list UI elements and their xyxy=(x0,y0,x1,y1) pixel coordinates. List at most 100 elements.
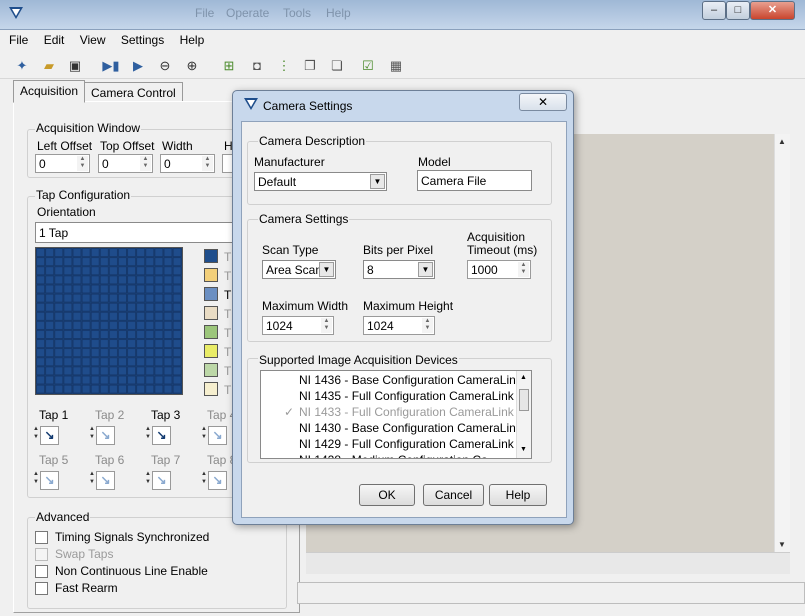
devices-scrollbar[interactable]: ▲ ▼ xyxy=(516,371,531,458)
top-offset-input[interactable]: 0 ▲ ▼ xyxy=(98,154,153,173)
scan-type-select[interactable]: Area Scan ▼ xyxy=(262,260,336,279)
left-offset-input[interactable]: 0 ▲ ▼ xyxy=(35,154,90,173)
manufacturer-select[interactable]: Default ▼ xyxy=(254,172,387,191)
dialog-close-button[interactable]: ✕ xyxy=(519,93,567,111)
tap-icon[interactable]: ⋮ xyxy=(273,55,295,76)
zoom-out-icon[interactable]: ⊖ xyxy=(154,55,176,76)
camera-settings-dialog: Camera Settings ✕ Camera Description Man… xyxy=(232,90,574,525)
tap-direction-icon[interactable]: ↘ xyxy=(208,426,227,445)
spinner-arrows-icon[interactable]: ▲ ▼ xyxy=(77,156,88,171)
open-icon[interactable]: ▰ xyxy=(38,55,60,76)
tap-color-legend: T T T T T T T T xyxy=(204,249,234,399)
maximum-height-input[interactable]: 1024 ▲ ▼ xyxy=(363,316,435,335)
checkbox-label: Timing Signals Synchronized xyxy=(55,530,210,544)
maximum-width-input[interactable]: 1024 ▲ ▼ xyxy=(262,316,334,335)
tap-label: Tap 6 xyxy=(95,453,125,467)
device-list-item[interactable]: NI 1429 - Full Configuration CameraLink xyxy=(299,437,514,451)
status-bar xyxy=(297,582,805,604)
tap-direction-icon[interactable]: ↘ xyxy=(152,471,171,490)
close-window-button[interactable]: ✕ xyxy=(750,1,795,20)
tap-spinner-icon[interactable]: ▲ ▼ xyxy=(201,425,207,441)
spinner-arrows-icon[interactable]: ▲ ▼ xyxy=(518,262,529,277)
tap-spinner-icon[interactable]: ▲ ▼ xyxy=(145,470,151,486)
chevron-down-icon[interactable]: ▼ xyxy=(418,262,433,277)
tap-direction-icon[interactable]: ↘ xyxy=(96,426,115,445)
new-icon[interactable]: ✦ xyxy=(11,55,33,76)
ghost-menu-file: File xyxy=(195,6,215,20)
chevron-down-icon[interactable]: ▼ xyxy=(319,262,334,277)
checkbox[interactable] xyxy=(35,531,48,544)
tap-direction-icon[interactable]: ↘ xyxy=(208,471,227,490)
menu-view[interactable]: View xyxy=(74,30,112,47)
menu-edit[interactable]: Edit xyxy=(38,30,71,47)
save-icon[interactable]: ▣ xyxy=(64,55,86,76)
spinner-arrows-icon[interactable]: ▲ ▼ xyxy=(202,156,213,171)
scroll-up-icon[interactable]: ▲ xyxy=(520,374,527,381)
tap-direction-icon[interactable]: ↘ xyxy=(40,426,59,445)
ok-button[interactable]: OK xyxy=(359,484,415,506)
scroll-down-icon[interactable]: ▼ xyxy=(778,540,786,549)
paste-icon[interactable]: ❏ xyxy=(326,55,348,76)
tap-label: Tap 2 xyxy=(95,408,125,422)
add-icon[interactable]: ⊞ xyxy=(218,55,240,76)
menu-settings[interactable]: Settings xyxy=(115,30,170,47)
device-list-item[interactable]: NI 1433 - Full Configuration CameraLink xyxy=(299,405,514,419)
play-icon[interactable]: ▶ xyxy=(127,55,149,76)
checkbox-label: Fast Rearm xyxy=(55,581,118,595)
tap-spinner-icon[interactable]: ▲ ▼ xyxy=(33,470,39,486)
model-field[interactable]: Camera File xyxy=(417,170,532,191)
vertical-scrollbar[interactable]: ▲ ▼ xyxy=(774,134,790,552)
tap-color-swatch xyxy=(204,344,218,358)
orientation-label: Orientation xyxy=(37,205,96,219)
device-list-item[interactable]: NI 1430 - Base Configuration CameraLink xyxy=(299,421,522,435)
width-input[interactable]: 0 ▲ ▼ xyxy=(160,154,215,173)
tap-spinner-icon[interactable]: ▲ ▼ xyxy=(201,470,207,486)
checkbox[interactable] xyxy=(35,565,48,578)
list-icon[interactable]: ☑ xyxy=(357,55,379,76)
tab-acquisition[interactable]: Acquisition xyxy=(13,80,86,103)
tap-color-swatch xyxy=(204,249,218,263)
tap-color-label: T xyxy=(224,345,232,359)
acquisition-timeout-input[interactable]: 1000 ▲ ▼ xyxy=(467,260,531,279)
zoom-in-icon[interactable]: ⊕ xyxy=(181,55,203,76)
tap-spinner-icon[interactable]: ▲ ▼ xyxy=(145,425,151,441)
devices-list[interactable]: NI 1436 - Base Configuration CameraLink N… xyxy=(260,370,532,459)
tap-direction-icon[interactable]: ↘ xyxy=(96,471,115,490)
menu-file[interactable]: File xyxy=(0,30,34,47)
device-list-item[interactable]: NI 1436 - Base Configuration CameraLink xyxy=(299,373,522,387)
orientation-select[interactable]: 1 Tap xyxy=(35,222,235,243)
menu-bar: File Edit View Settings Help xyxy=(0,30,805,50)
bits-per-pixel-select[interactable]: 8 ▼ xyxy=(363,260,435,279)
chevron-down-icon[interactable]: ▼ xyxy=(370,174,385,189)
spinner-arrows-icon[interactable]: ▲ ▼ xyxy=(321,318,332,333)
horizontal-scrollbar[interactable] xyxy=(306,552,790,574)
scroll-up-icon[interactable]: ▲ xyxy=(778,137,786,146)
spinner-arrows-icon[interactable]: ▲ ▼ xyxy=(140,156,151,171)
device-list-item[interactable]: NI 1435 - Full Configuration CameraLink xyxy=(299,389,514,403)
tap-direction-icon[interactable]: ↘ xyxy=(152,426,171,445)
help-button[interactable]: Help xyxy=(489,484,547,506)
scroll-thumb[interactable] xyxy=(519,389,529,411)
spinner-arrows-icon[interactable]: ▲ ▼ xyxy=(422,318,433,333)
run-icon[interactable]: ▶▮ xyxy=(100,55,122,76)
device-list-item[interactable]: NI 1428 - Medium Configuration Ca xyxy=(299,453,488,458)
cancel-button[interactable]: Cancel xyxy=(423,484,484,506)
tap-label: Tap 5 xyxy=(39,453,69,467)
tap-spinner-icon[interactable]: ▲ ▼ xyxy=(33,425,39,441)
camera-description-title: Camera Description xyxy=(258,134,367,148)
tap-spinner-icon[interactable]: ▲ ▼ xyxy=(89,425,95,441)
scroll-down-icon[interactable]: ▼ xyxy=(520,446,527,453)
copy-icon[interactable]: ❐ xyxy=(299,55,321,76)
menu-help[interactable]: Help xyxy=(174,30,211,47)
scan-type-label: Scan Type xyxy=(262,243,319,257)
tap-spinner-icon[interactable]: ▲ ▼ xyxy=(89,470,95,486)
tap-color-swatch xyxy=(204,306,218,320)
grid-icon[interactable]: ▦ xyxy=(385,55,407,76)
maximize-button[interactable]: □ xyxy=(726,1,750,20)
tap-color-swatch xyxy=(204,363,218,377)
tap-direction-icon[interactable]: ↘ xyxy=(40,471,59,490)
camera-icon[interactable]: ◘ xyxy=(246,55,268,76)
minimize-button[interactable]: – xyxy=(702,1,726,20)
tap-label: Tap 1 xyxy=(39,408,69,422)
checkbox[interactable] xyxy=(35,582,48,595)
